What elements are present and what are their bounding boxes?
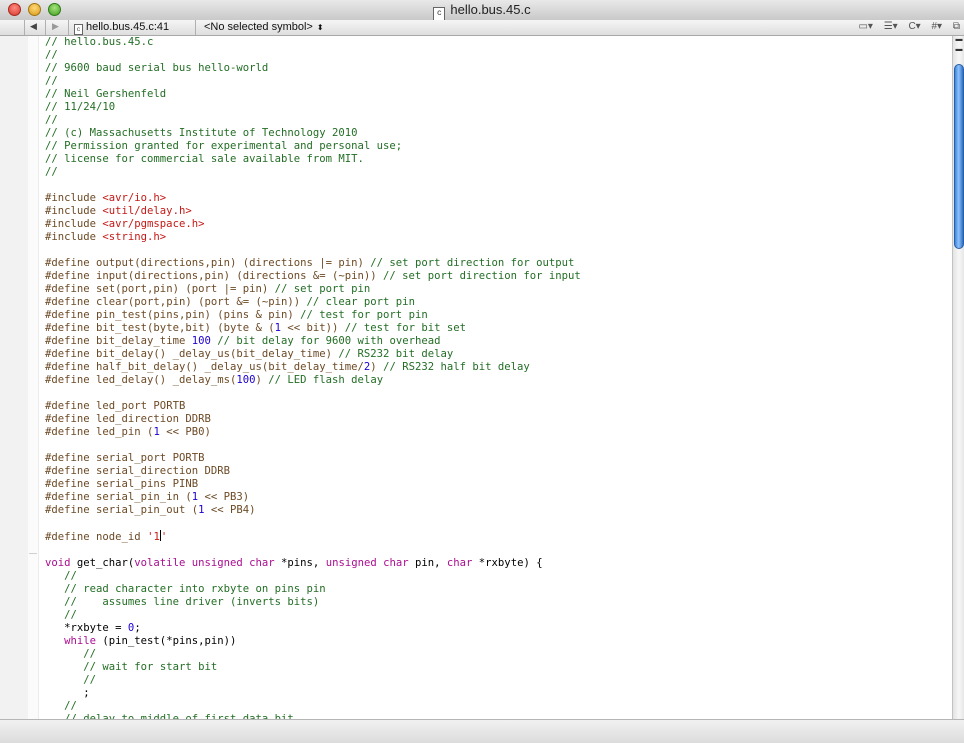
forward-arrow-icon[interactable]: ▶	[52, 21, 59, 32]
symbol-popup-label: <No selected symbol>	[204, 21, 313, 33]
line-gutter	[0, 36, 29, 736]
scroll-split-icon[interactable]: ▬	[954, 36, 964, 43]
counterparts-icon[interactable]: C▾	[908, 21, 920, 32]
navbar-tools: ▭▾ ☰▾ C▾ #▾ ⧉	[850, 21, 960, 32]
vertical-scrollbar[interactable]: ▬ ▬	[952, 36, 964, 719]
current-line-marker	[29, 553, 37, 554]
window-title: c hello.bus.45.c	[0, 2, 964, 21]
nav-divider	[45, 20, 46, 35]
back-arrow-icon[interactable]: ◀	[30, 21, 37, 32]
title-bar: c hello.bus.45.c	[0, 0, 964, 21]
includes-icon[interactable]: #▾	[931, 21, 942, 32]
split-icon[interactable]: ⧉	[953, 21, 960, 32]
updown-arrows-icon: ⬍	[316, 23, 324, 32]
nav-divider	[195, 20, 196, 35]
c-file-icon: c	[433, 7, 446, 21]
scroll-split-icon[interactable]: ▬	[954, 46, 964, 53]
source-code[interactable]: // hello.bus.45.c // // 9600 baud serial…	[38, 36, 952, 719]
bookmarks-icon[interactable]: ☰▾	[884, 21, 898, 32]
symbol-popup[interactable]: <No selected symbol> ⬍	[204, 21, 324, 33]
file-history-popup[interactable]: c hello.bus.45.c:41	[74, 21, 169, 35]
nav-divider	[24, 20, 25, 35]
horizontal-scrollbar[interactable]	[0, 719, 964, 743]
file-popup-label: hello.bus.45.c:41	[86, 21, 170, 33]
list-icon[interactable]: ▭▾	[858, 21, 872, 32]
scrollbar-thumb[interactable]	[954, 64, 964, 249]
nav-divider	[68, 20, 69, 35]
navigation-bar: ◀ ▶ c hello.bus.45.c:41 <No selected symb…	[0, 20, 964, 36]
code-editor[interactable]: // hello.bus.45.c // // 9600 baud serial…	[38, 36, 952, 719]
window-title-text: hello.bus.45.c	[450, 2, 531, 17]
c-file-icon: c	[74, 24, 83, 35]
